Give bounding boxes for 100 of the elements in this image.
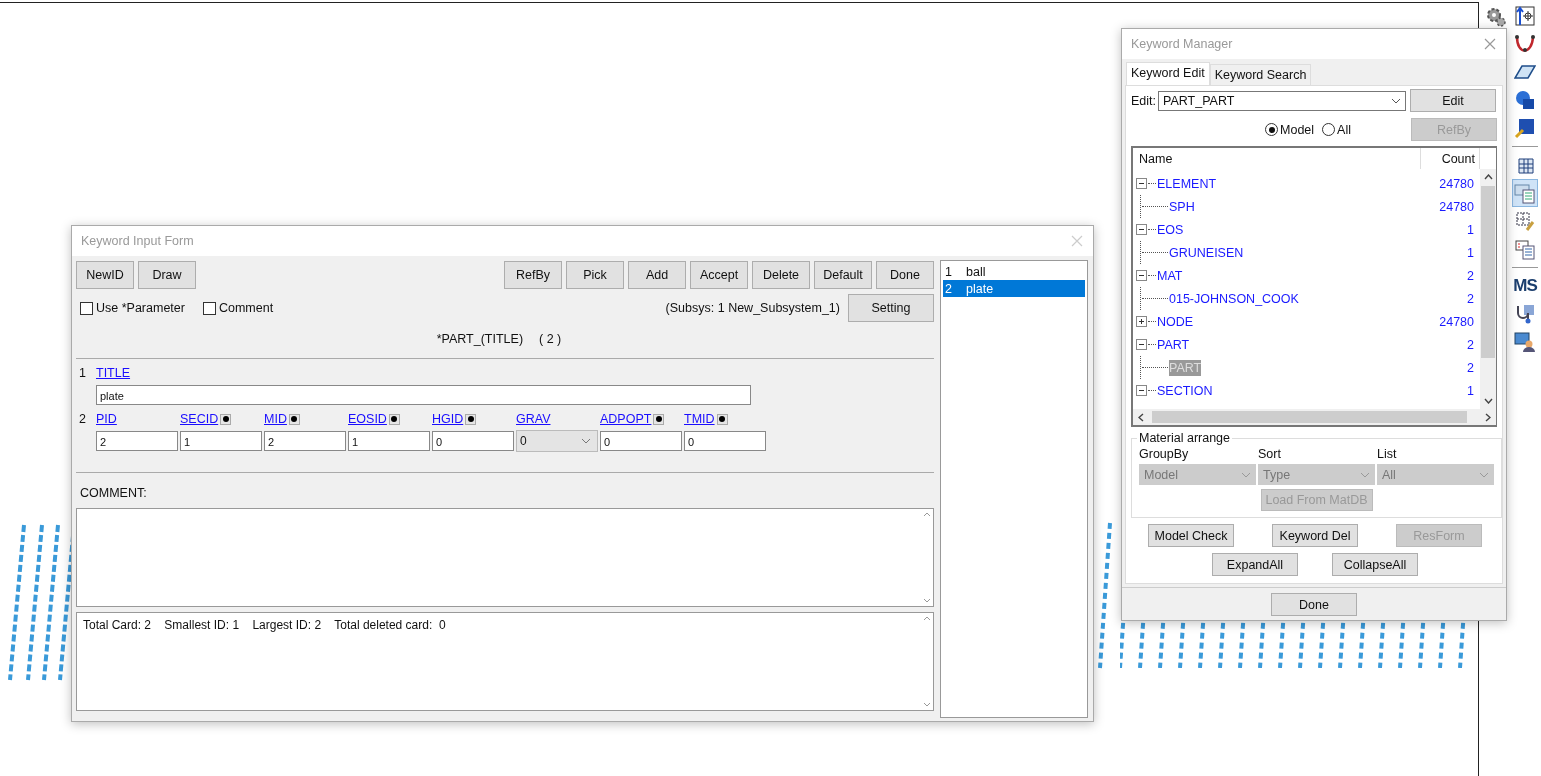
tree-item[interactable]: MAT (1157, 267, 1183, 284)
scroll-left-icon[interactable] (1138, 412, 1144, 422)
radio-label: Model (1280, 122, 1315, 137)
manager-button[interactable]: Keyword Del (1272, 524, 1358, 547)
pick-dot-button[interactable] (716, 413, 728, 425)
radio-label: All (1337, 122, 1351, 137)
toolbar-separator (1512, 146, 1538, 147)
keyword-heading: *PART_(TITLE) (436, 332, 524, 346)
tree-item[interactable]: SPH (1169, 198, 1195, 215)
subsystem-label: (Subsys: 1 New_Subsystem_1) (665, 301, 840, 315)
form-button[interactable]: Draw (138, 261, 196, 289)
chevron-down-icon (581, 438, 591, 444)
input-field[interactable]: 0 (432, 431, 514, 451)
tree-item[interactable]: 015-JOHNSON_COOK (1169, 290, 1299, 307)
dropdown-label: GroupBy (1139, 447, 1190, 461)
card-number: 2 (78, 412, 87, 428)
input-field[interactable]: 0 (600, 431, 682, 451)
edit-button[interactable]: Edit (1410, 89, 1496, 112)
field-label-link[interactable]: TMID (684, 412, 715, 426)
field-label-link[interactable]: PID (96, 412, 117, 426)
chevron-down-icon (1391, 97, 1401, 104)
input-field[interactable]: 2 (96, 431, 178, 451)
radio-button[interactable] (1322, 123, 1336, 136)
input-field[interactable]: plate (96, 385, 751, 405)
tab[interactable]: Keyword Edit (1126, 62, 1210, 85)
scroll-right-icon[interactable] (1485, 412, 1491, 422)
input-field[interactable]: 1 (180, 431, 262, 451)
form-button[interactable]: RefBy (504, 261, 562, 289)
tree-item[interactable]: EOS (1157, 221, 1184, 238)
input-field[interactable]: 0 (684, 431, 766, 451)
form-button[interactable]: Add (628, 261, 686, 289)
checkbox-label: Comment (218, 301, 274, 315)
count-cell-text: 2 (1466, 268, 1475, 283)
column-header[interactable]: Name (1133, 148, 1421, 169)
pick-dot-button[interactable] (465, 413, 477, 425)
form-button[interactable]: Default (814, 261, 872, 289)
tree-item[interactable]: NODE (1157, 313, 1194, 330)
form-button[interactable]: Delete (752, 261, 810, 289)
manager-button[interactable]: ExpandAll (1212, 553, 1298, 576)
edit-label: Edit: (1131, 93, 1156, 108)
scrollbar[interactable] (1480, 169, 1496, 409)
tree-item[interactable]: GRUNEISEN (1169, 244, 1244, 261)
field-label-link[interactable]: TITLE (96, 366, 131, 380)
tree-item[interactable]: ELEMENT (1157, 175, 1217, 192)
expand-toggle-icon[interactable] (1136, 178, 1147, 189)
field-label-link[interactable]: MID (264, 412, 287, 426)
table-list-icon[interactable] (1512, 179, 1538, 207)
scroll-down-icon[interactable] (1483, 398, 1493, 404)
manager-button[interactable]: CollapseAll (1332, 553, 1418, 576)
scrollbar[interactable] (1133, 409, 1496, 425)
field-label-link[interactable]: SECID (180, 412, 219, 426)
count-cell-text: 2 (1466, 291, 1475, 306)
count-cell-text: 24780 (1438, 199, 1475, 214)
toolbar-logo-button[interactable]: MS (1512, 272, 1538, 300)
form-button[interactable]: Pick (566, 261, 624, 289)
dropdown-label: Sort (1258, 447, 1282, 461)
tab[interactable]: Keyword Search (1209, 64, 1312, 85)
expand-toggle-icon[interactable] (1136, 385, 1147, 396)
record-item[interactable]: 1 ball (943, 263, 1085, 280)
toolbar-separator (1512, 267, 1538, 268)
pick-dot-button[interactable] (220, 413, 232, 425)
expand-toggle-icon[interactable] (1136, 270, 1147, 281)
dropdown-label: List (1377, 447, 1398, 461)
form-button[interactable]: NewID (76, 261, 134, 289)
form-button[interactable]: Accept (690, 261, 748, 289)
group-legend: Material arrange (1137, 431, 1232, 445)
input-field[interactable]: 1 (348, 431, 430, 451)
expand-toggle-icon[interactable] (1136, 316, 1147, 327)
done-button[interactable]: Done (1271, 593, 1357, 616)
field-label-link[interactable]: EOSID (348, 412, 387, 426)
scroll-up-icon[interactable] (1483, 174, 1493, 180)
count-cell-text: 24780 (1438, 176, 1475, 191)
close-icon[interactable] (1484, 38, 1496, 50)
checkbox[interactable] (202, 301, 216, 315)
grav-dropdown[interactable]: 0 (516, 430, 598, 452)
checkbox[interactable] (80, 301, 93, 315)
pick-dot-button[interactable] (653, 413, 665, 425)
count-cell-text: 1 (1466, 383, 1475, 398)
card-count: ( 2 ) (539, 332, 562, 346)
pick-dot-button[interactable] (388, 413, 400, 425)
column-header[interactable]: Count (1421, 151, 1479, 166)
field-label-link[interactable]: ADPOPT (600, 412, 652, 426)
form-button[interactable]: Done (876, 261, 934, 289)
count-cell-text: 24780 (1438, 314, 1475, 329)
record-item[interactable]: 2 plate (943, 280, 1085, 297)
input-field[interactable]: 2 (264, 431, 346, 451)
tree-item[interactable]: SECTION (1157, 382, 1213, 399)
field-label-link[interactable]: HGID (432, 412, 464, 426)
keyword-dropdown[interactable]: PART_PART (1158, 90, 1406, 111)
pick-dot-button[interactable] (288, 413, 300, 425)
setting-button[interactable]: Setting (848, 294, 934, 322)
count-cell-text: 1 (1466, 245, 1475, 260)
expand-toggle-icon[interactable] (1136, 339, 1147, 350)
expand-toggle-icon[interactable] (1136, 224, 1147, 235)
summary-text: Total Card: 2 Smallest ID: 1 Largest ID: 2 Total deleted card: 0 (83, 618, 446, 632)
radio-button[interactable] (1265, 123, 1279, 136)
tree-item[interactable]: PART (1157, 336, 1190, 353)
window-title: Keyword Manager (1131, 37, 1233, 51)
manager-button[interactable]: Model Check (1148, 524, 1234, 547)
field-label-link[interactable]: GRAV (516, 412, 551, 426)
